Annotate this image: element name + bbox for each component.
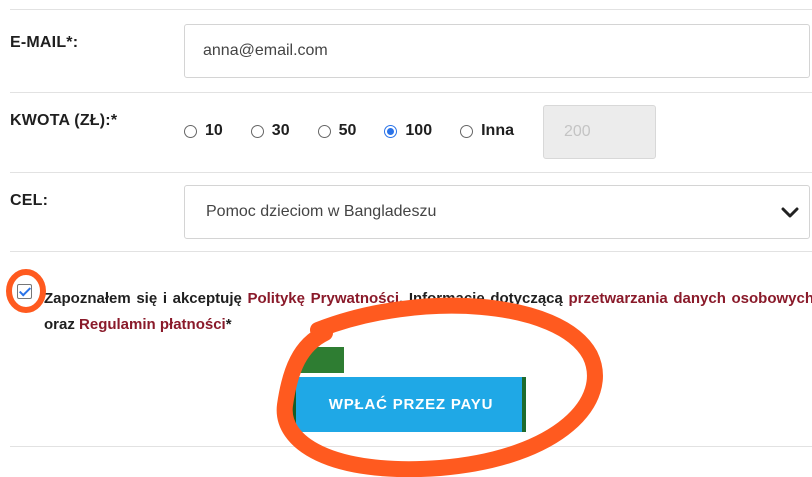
amount-option-50[interactable]: 50 (317, 122, 356, 140)
consent-text: Zapoznałem się i akceptuję Politykę Pryw… (44, 286, 812, 338)
divider-amount (10, 172, 812, 173)
email-value: anna@email.com (203, 42, 328, 59)
amount-label: KWOTA (ZŁ):* (10, 112, 118, 129)
consent-checkbox[interactable] (17, 284, 32, 299)
chevron-down-icon (781, 207, 799, 218)
radio-icon (317, 124, 331, 138)
pay-with-payu-button[interactable]: WPŁAĆ PRZEZ PAYU (296, 377, 526, 432)
green-marker-block (300, 347, 344, 373)
data-processing-link[interactable]: przetwarzania danych osobowych (569, 290, 812, 307)
divider-bottom (10, 446, 812, 447)
amount-other-value: 200 (564, 123, 591, 140)
amount-option-10[interactable]: 10 (184, 122, 223, 140)
divider-email (10, 92, 812, 93)
divider-goal (10, 251, 812, 252)
privacy-policy-link[interactable]: Politykę Prywatności (247, 290, 399, 307)
amount-other-input[interactable]: 200 (543, 105, 656, 159)
divider-top (10, 9, 812, 10)
goal-select[interactable]: Pomoc dzieciom w Bangladeszu (184, 185, 810, 239)
amount-radio-group: 10 30 50 100 Inna (184, 113, 524, 149)
radio-icon (460, 124, 474, 138)
amount-option-other[interactable]: Inna (460, 122, 514, 140)
goal-selected-value: Pomoc dzieciom w Bangladeszu (206, 203, 437, 220)
email-field[interactable]: anna@email.com (184, 24, 810, 78)
payment-terms-link[interactable]: Regulamin płatności (79, 316, 226, 333)
radio-icon (184, 124, 197, 138)
radio-checked-icon (384, 124, 398, 138)
amount-option-30[interactable]: 30 (250, 122, 290, 140)
radio-icon (250, 124, 264, 138)
amount-option-100[interactable]: 100 (384, 122, 432, 140)
email-label: E-MAIL*: (10, 34, 79, 51)
goal-label: CEL: (10, 192, 49, 209)
